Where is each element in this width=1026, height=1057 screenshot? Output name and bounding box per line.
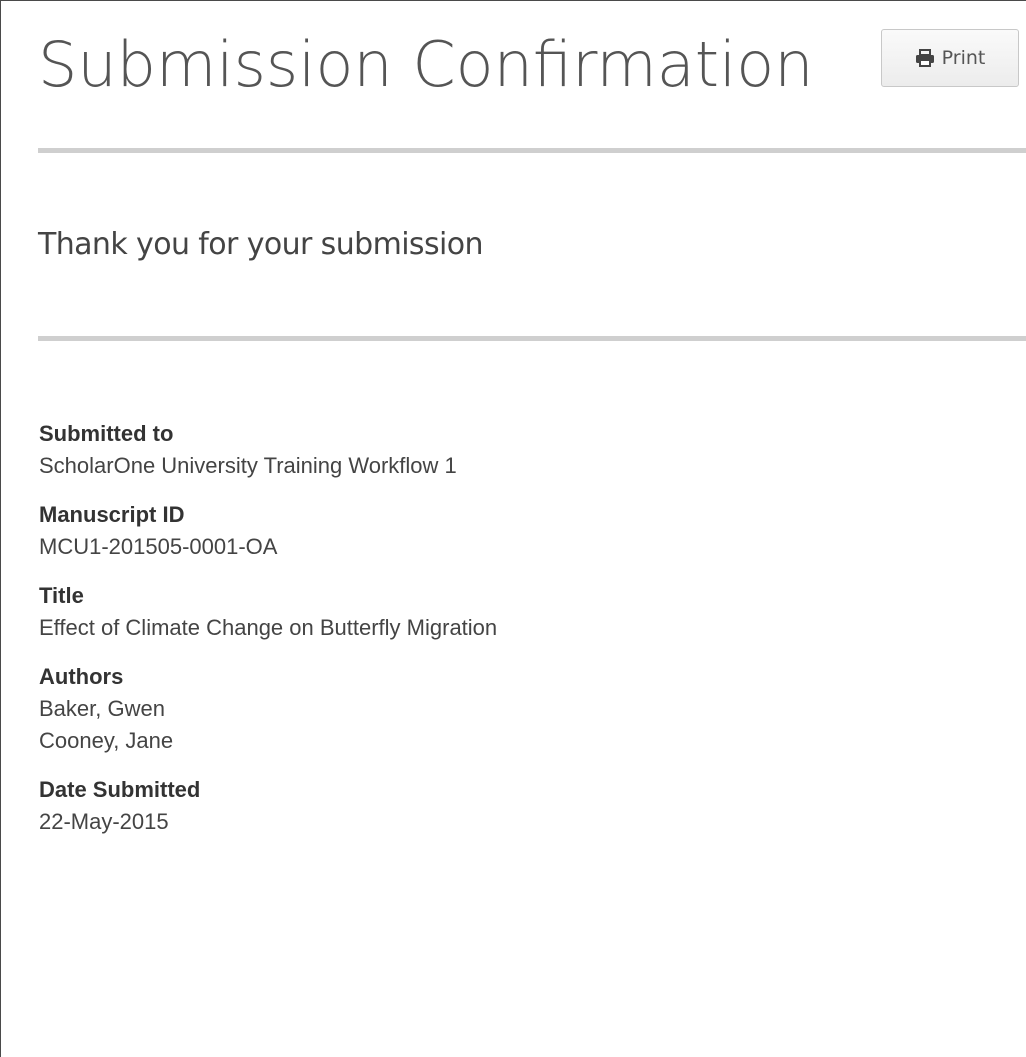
date-submitted-label: Date Submitted (39, 777, 201, 802)
title-field: Title Effect of Climate Change on Butter… (39, 580, 999, 644)
title-label: Title (39, 583, 84, 608)
submitted-to-label: Submitted to (39, 421, 174, 446)
print-button-label: Print (941, 47, 986, 69)
confirmation-message: Thank you for your submission (38, 227, 483, 262)
message-divider (38, 336, 1026, 341)
manuscript-id-label: Manuscript ID (39, 502, 185, 527)
authors-label: Authors (39, 664, 124, 689)
submitted-to-value: ScholarOne University Training Workflow … (39, 453, 457, 478)
header-divider (38, 148, 1026, 153)
manuscript-id-field: Manuscript ID MCU1-201505-0001-OA (39, 499, 999, 563)
submitted-to-field: Submitted to ScholarOne University Train… (39, 418, 999, 482)
authors-field: Authors Baker, Gwen Cooney, Jane (39, 661, 999, 757)
author-item: Baker, Gwen (39, 696, 165, 721)
title-value: Effect of Climate Change on Butterfly Mi… (39, 615, 498, 640)
date-submitted-field: Date Submitted 22-May-2015 (39, 774, 999, 838)
submission-details: Submitted to ScholarOne University Train… (39, 418, 999, 855)
page-title: Submission Confirmation (38, 28, 814, 101)
print-button[interactable]: Print (881, 29, 1019, 87)
printer-icon (915, 48, 935, 68)
page-frame: Submission Confirmation Print Thank you … (0, 0, 1026, 1057)
author-item: Cooney, Jane (39, 728, 174, 753)
manuscript-id-value: MCU1-201505-0001-OA (39, 534, 278, 559)
date-submitted-value: 22-May-2015 (39, 809, 169, 834)
